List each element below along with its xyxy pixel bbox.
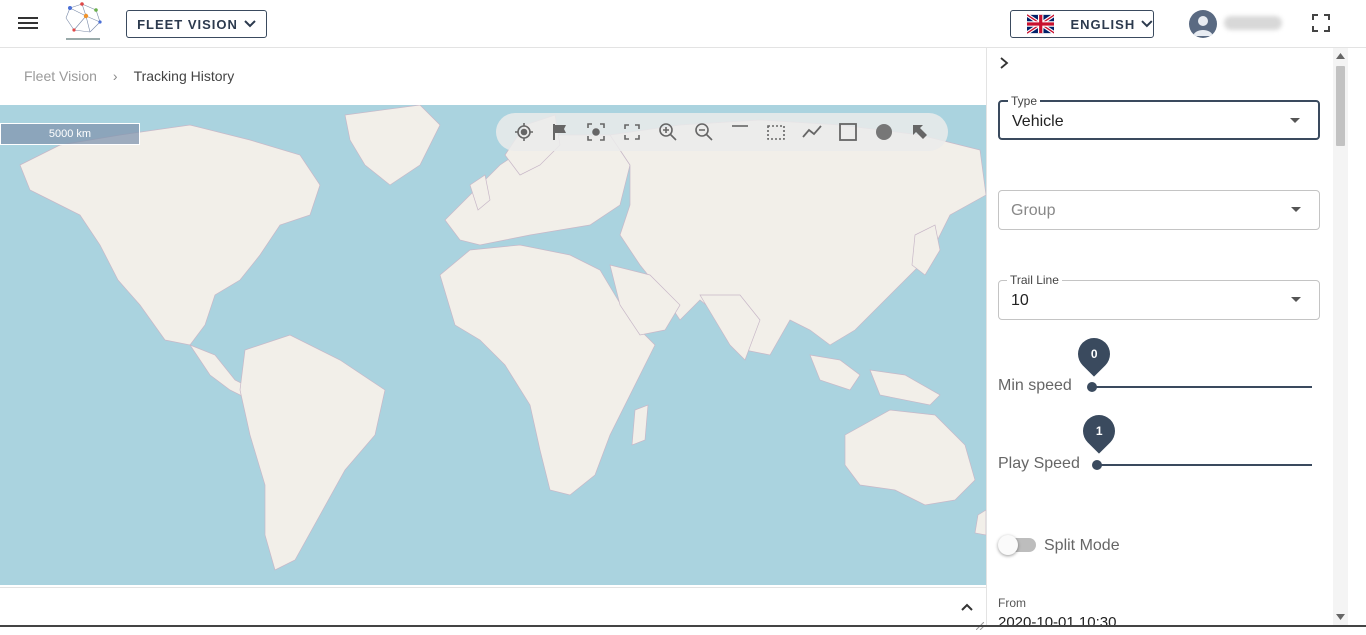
map-scale: 5000 km [0,123,140,145]
group-select[interactable]: Group [998,190,1320,230]
play-speed-label: Play Speed [998,455,1080,472]
breadcrumb: Fleet Vision › Tracking History [24,68,234,84]
scroll-down-icon[interactable] [1336,613,1345,621]
play-speed-track[interactable] [1097,464,1312,466]
dropdown-arrow-icon [1290,118,1300,123]
min-speed-value: 0 [1090,347,1098,361]
polyline-icon[interactable] [794,117,830,147]
chevron-right-icon[interactable] [997,56,1011,70]
type-label: Type [1008,94,1041,108]
resize-handle-icon[interactable] [975,617,985,631]
language-label: ENGLISH [1070,16,1136,32]
toggle-knob [998,535,1018,555]
menu-icon[interactable] [18,14,38,32]
breadcrumb-separator: › [112,68,118,84]
chevron-down-icon [244,20,256,28]
company-logo [60,0,106,44]
play-speed-value-bubble: 1 [1076,408,1122,454]
scrollbar-thumb[interactable] [1336,66,1345,146]
zoom-in-icon[interactable] [650,117,686,147]
type-select[interactable]: Type Vehicle [998,94,1320,140]
min-speed-value-bubble: 0 [1071,331,1117,377]
dropdown-arrow-icon [1291,297,1301,302]
breadcrumb-tracking-history: Tracking History [133,68,235,84]
map-toolbar [496,113,948,151]
app-selector-label: FLEET VISION [137,16,238,32]
chevron-down-icon [1141,20,1153,28]
world-map[interactable]: 5000 km [0,105,986,585]
uk-flag-icon [1027,14,1055,34]
from-label: From [998,596,1026,610]
zoom-out-icon[interactable] [686,117,722,147]
pointer-icon[interactable] [902,117,938,147]
min-speed-thumb[interactable] [1087,382,1097,392]
flag-icon[interactable] [542,117,578,147]
locate-icon[interactable] [506,117,542,147]
top-bar: FLEET VISION ENGLISH [0,0,1366,48]
panel-scrollbar[interactable] [1333,48,1348,627]
type-value: Vehicle [1012,113,1064,130]
circle-icon[interactable] [866,117,902,147]
play-speed-value: 1 [1095,424,1103,438]
breadcrumb-fleet-vision[interactable]: Fleet Vision [24,68,97,84]
trail-line-value: 10 [1011,292,1029,309]
trail-line-select[interactable]: Trail Line 10 [998,273,1320,320]
split-mode-label: Split Mode [1044,537,1120,554]
trail-line-label: Trail Line [1007,273,1062,287]
play-speed-row: Play Speed [998,455,1320,485]
rectangle-icon[interactable] [830,117,866,147]
app-selector-button[interactable]: FLEET VISION [126,10,267,38]
min-speed-label: Min speed [998,377,1072,394]
min-speed-row: Min speed [998,377,1320,407]
filter-panel: Type Vehicle Group Trail Line 10 Min spe… [986,48,1333,627]
line-icon[interactable] [722,117,758,147]
dropdown-arrow-icon [1291,207,1301,212]
min-speed-track[interactable] [1092,386,1312,388]
group-placeholder: Group [1011,202,1056,219]
fullscreen-icon[interactable] [1312,14,1330,32]
split-mode-toggle[interactable] [998,535,1038,555]
username-blurred[interactable] [1224,16,1282,30]
box-select-icon[interactable] [758,117,794,147]
language-selector[interactable]: ENGLISH [1010,10,1154,38]
scroll-up-icon[interactable] [1336,52,1345,60]
focus-icon[interactable] [578,117,614,147]
chevron-up-icon[interactable] [960,600,974,614]
history-bottom-panel [0,587,986,631]
play-speed-thumb[interactable] [1092,460,1102,470]
map-background [19,105,986,571]
user-avatar[interactable] [1189,10,1217,38]
fullscreen-map-icon[interactable] [614,117,650,147]
